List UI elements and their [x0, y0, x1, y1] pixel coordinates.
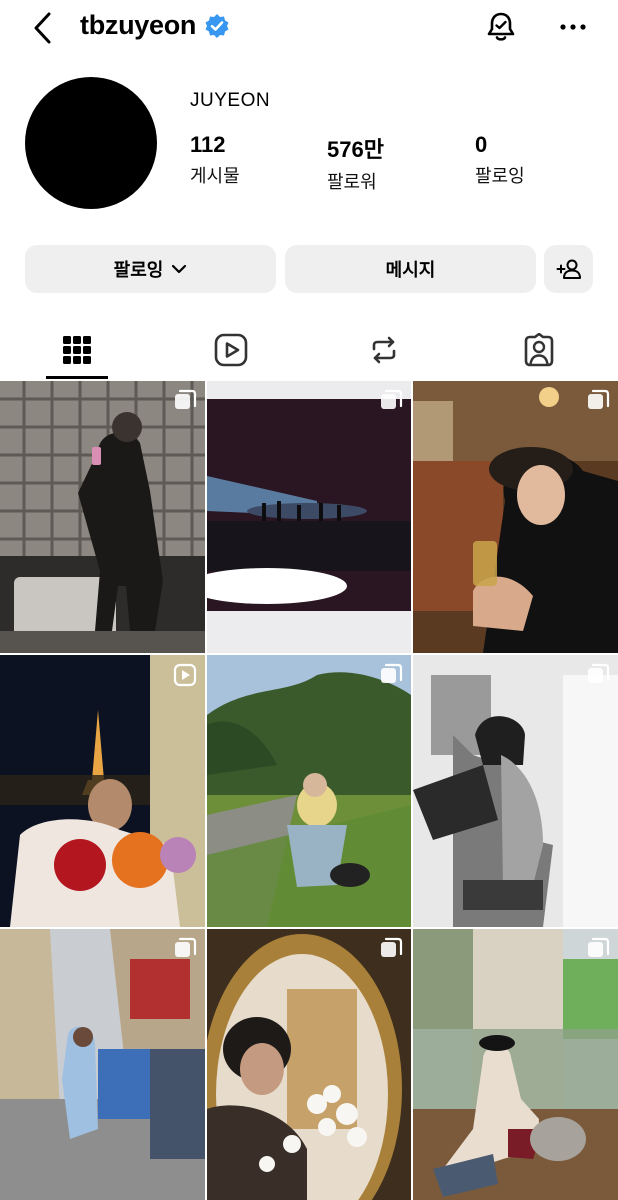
message-button-label: 메시지 — [385, 260, 436, 280]
post-tile[interactable] — [413, 929, 618, 1200]
post-tile[interactable] — [0, 929, 205, 1200]
multi-photo-icon — [381, 663, 403, 683]
tab-reels[interactable] — [200, 322, 262, 378]
following-count[interactable]: 0 팔로잉 — [475, 132, 525, 188]
following-label: 팔로잉 — [475, 166, 525, 186]
post-tile[interactable] — [207, 655, 411, 927]
tab-posts-grid[interactable] — [46, 322, 108, 378]
post-tile[interactable] — [207, 381, 411, 653]
multi-photo-icon — [588, 663, 610, 683]
followers-count[interactable]: 576만 팔로워 — [327, 132, 384, 194]
more-options-button[interactable] — [556, 10, 590, 44]
avatar[interactable] — [25, 77, 157, 209]
multi-photo-icon — [588, 937, 610, 957]
post-tile[interactable] — [413, 381, 618, 653]
multi-photo-icon — [588, 389, 610, 409]
display-name: JUYEON — [190, 90, 271, 111]
followers-label: 팔로워 — [327, 172, 377, 192]
post-thumbnail — [413, 929, 618, 1200]
notifications-button[interactable] — [484, 10, 518, 44]
followers-value: 576만 — [327, 137, 384, 162]
profile-header: tbzuyeon — [0, 0, 618, 56]
back-button[interactable] — [28, 8, 58, 48]
multi-photo-icon — [175, 937, 197, 957]
post-tile[interactable] — [413, 655, 618, 927]
post-tile[interactable] — [0, 655, 205, 927]
repost-icon — [372, 336, 396, 364]
post-thumbnail — [0, 655, 205, 927]
username: tbzuyeon — [80, 10, 230, 41]
multi-photo-icon — [381, 389, 403, 409]
multi-photo-icon — [175, 389, 197, 409]
reels-icon — [214, 333, 248, 367]
message-button[interactable]: 메시지 — [285, 245, 536, 293]
suggested-people-button[interactable] — [544, 245, 593, 293]
posts-label: 게시물 — [190, 166, 240, 186]
following-button[interactable]: 팔로잉 — [25, 245, 276, 293]
post-thumbnail — [413, 381, 618, 653]
tagged-person-icon — [524, 333, 554, 367]
post-thumbnail — [413, 655, 618, 927]
chevron-left-icon — [34, 12, 51, 44]
post-tile[interactable] — [207, 929, 411, 1200]
posts-value: 112 — [190, 132, 226, 157]
tab-tagged[interactable] — [508, 322, 570, 378]
chevron-down-icon — [172, 264, 187, 274]
following-value: 0 — [475, 132, 488, 157]
username-text: tbzuyeon — [80, 10, 197, 40]
grid-icon — [63, 336, 91, 364]
more-horizontal-icon — [560, 24, 586, 30]
add-person-icon — [556, 259, 581, 279]
posts-grid — [0, 381, 618, 1200]
post-thumbnail — [0, 381, 205, 653]
tab-reposts[interactable] — [353, 322, 415, 378]
posts-count[interactable]: 112 게시물 — [190, 132, 240, 188]
post-thumbnail — [207, 655, 411, 927]
post-thumbnail — [207, 381, 411, 653]
reel-icon — [173, 663, 197, 687]
active-tab-indicator — [46, 376, 108, 379]
bell-icon — [487, 12, 515, 41]
post-thumbnail — [0, 929, 205, 1200]
verified-badge-icon — [205, 13, 229, 38]
following-button-label: 팔로잉 — [113, 260, 164, 280]
multi-photo-icon — [381, 937, 403, 957]
post-thumbnail — [207, 929, 411, 1200]
post-tile[interactable] — [0, 381, 205, 653]
